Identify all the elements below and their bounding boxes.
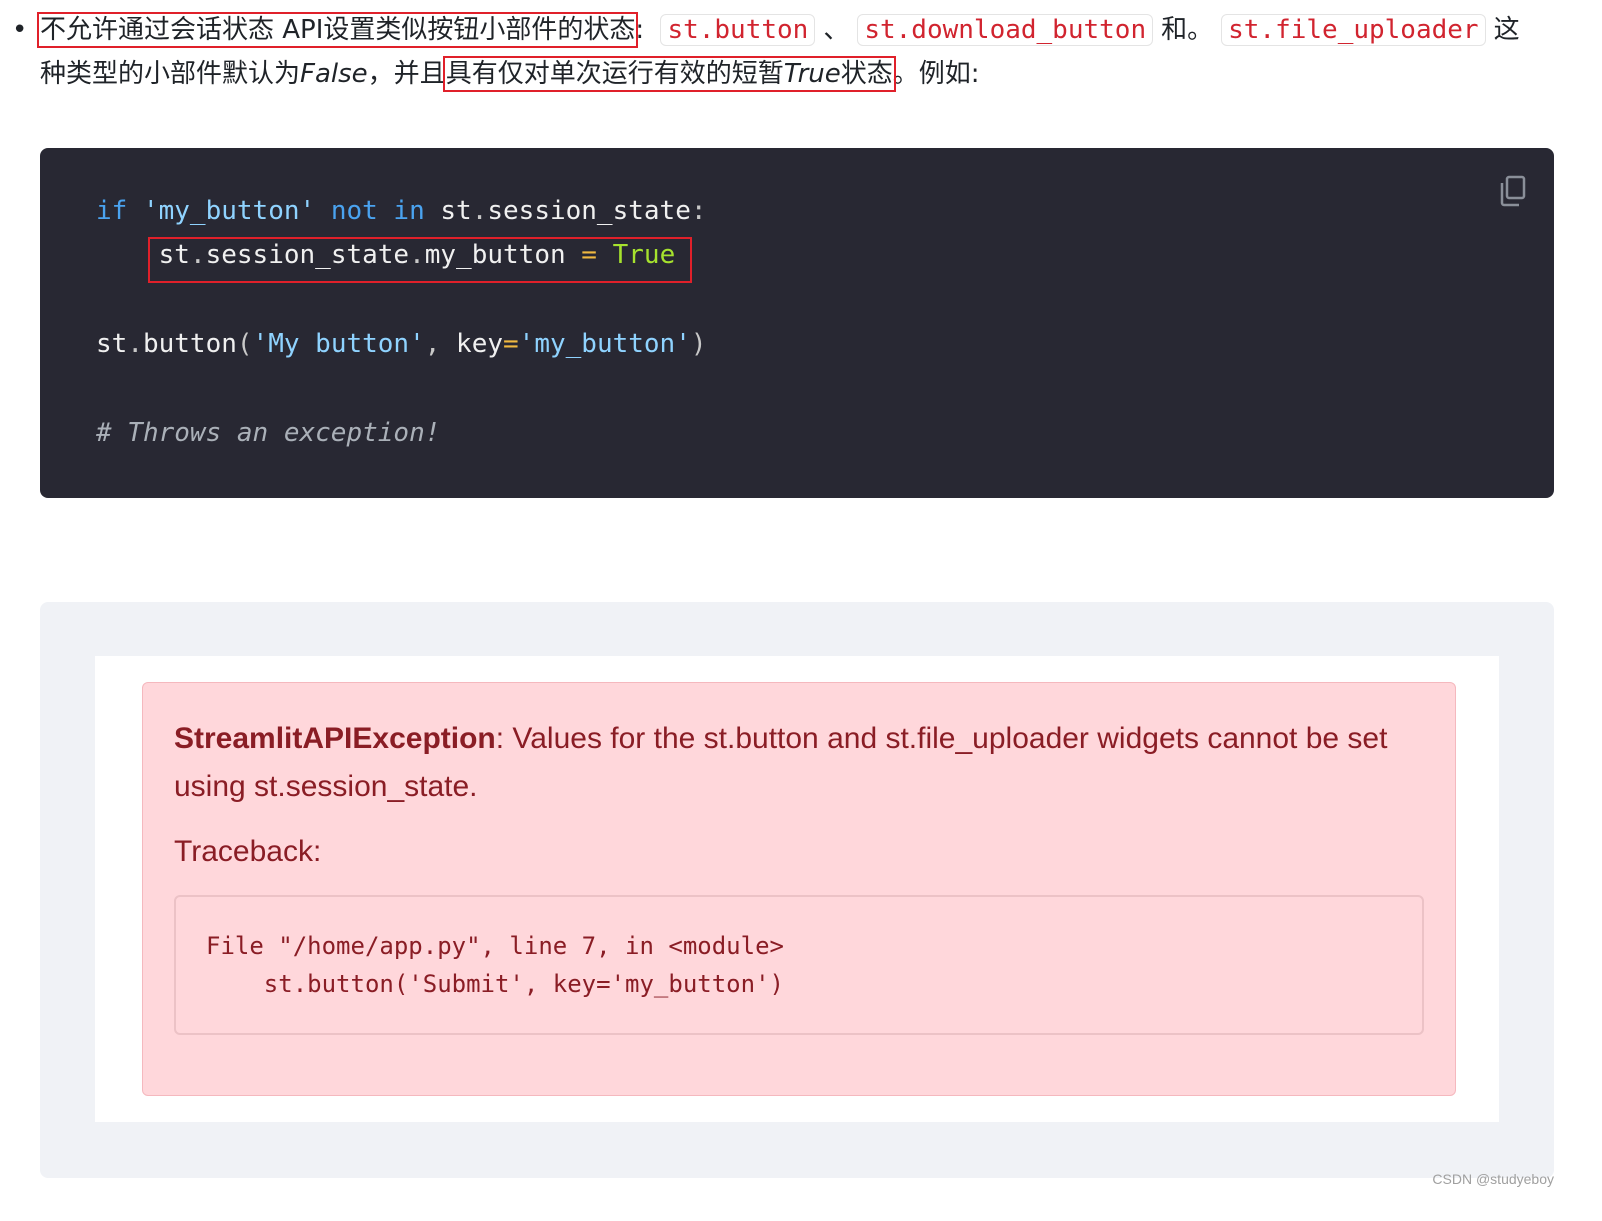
punctuation: . [189,240,206,270]
error-message: StreamlitAPIException: Values for the st… [174,715,1424,811]
string-literal: 'my_button' [518,329,691,359]
code-line-1: if 'my_button' not in st.session_state: [96,191,707,231]
code-block: if 'my_button' not in st.session_state: … [40,148,1554,498]
false-word: False [300,59,368,89]
code-line-2: st.session_state.my_button = True [96,235,676,275]
punctuation: . [409,240,425,270]
highlight-transient-state: 具有仅对单次运行有效的短暂True状态 [442,56,896,92]
operator: = [581,240,597,270]
operator: = [503,329,519,359]
code-line-3: st.button('My button', key='my_button') [96,324,707,364]
identifier: session_state [487,196,691,226]
true-word: True [783,59,841,89]
code-comment: # Throws an exception! [96,418,441,448]
function-name: button [142,329,237,359]
identifier: key [456,329,504,359]
boolean-literal: True [612,240,676,270]
punctuation: ) [690,329,707,359]
traceback-line-1: File "/home/app.py", line 7, in <module> [206,932,784,960]
highlight-text-a: 具有仅对单次运行有效的短暂 [445,59,784,89]
string-literal: 'My button' [252,329,425,359]
continuation-text: 这 [1493,15,1520,45]
keyword-not-in: not in [330,196,425,226]
string-literal: 'my_button' [142,196,316,226]
identifier: my_button [424,240,566,270]
line2-text-c: 。例如: [892,59,980,89]
identifier: st [96,329,128,359]
punctuation: ( [236,329,253,359]
traceback-label: Traceback: [174,835,322,868]
inline-code-st-download-button: st.download_button [857,14,1154,46]
conjunction-text: 和。 [1161,15,1214,45]
separator-text: 、 [823,15,850,45]
highlight-restriction-text: 不允许通过会话状态 API设置类似按钮小部件的状态 [36,12,639,48]
error-screenshot-canvas: StreamlitAPIException: Values for the st… [95,656,1499,1122]
inline-code-st-file-uploader: st.file_uploader [1221,14,1486,46]
intro-paragraph: • 不允许通过会话状态 API设置类似按钮小部件的状态: st.button、 st… [12,8,1592,96]
identifier: st [440,196,472,226]
traceback-line-2: st.button('Submit', key='my_button') [206,970,784,998]
identifier: session_state [205,240,410,270]
bullet-marker: • [12,15,28,45]
punctuation: . [127,329,143,359]
traceback-box: File "/home/app.py", line 7, in <module>… [174,895,1424,1035]
keyword-if: if [96,196,128,226]
copy-icon[interactable] [1498,174,1528,208]
error-title: StreamlitAPIException [174,722,496,755]
punctuation: : [690,196,707,226]
inline-code-st-button: st.button [660,14,816,46]
line2-text-b: ，并且 [367,59,446,89]
colon-text: : [635,15,645,45]
watermark: CSDN @studyeboy [1432,1171,1554,1187]
highlight-text-b: 状态 [840,59,893,89]
punctuation: . [471,196,488,226]
paragraph-line-2: 种类型的小部件默认为False，并且具有仅对单次运行有效的短暂True状态。例如… [12,52,1592,96]
error-screenshot-frame: StreamlitAPIException: Values for the st… [40,602,1554,1178]
punctuation: , [424,329,441,359]
error-alert: StreamlitAPIException: Values for the st… [142,682,1456,1096]
line2-text-a: 种类型的小部件默认为 [40,59,301,89]
identifier: st [158,240,190,270]
